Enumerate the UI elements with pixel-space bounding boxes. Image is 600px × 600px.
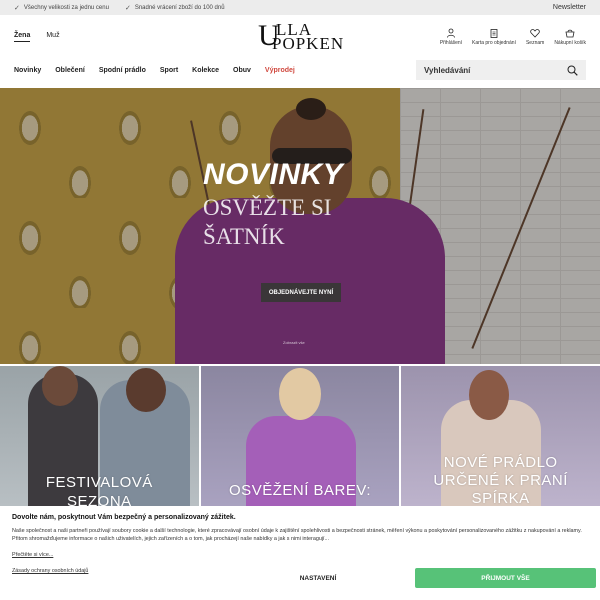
card-label: URČENÉ K PRANÍ [433,472,568,489]
wishlist-button[interactable]: Seznam [526,28,544,46]
gender-tabs: Žena Muž [14,32,60,42]
card-label: SPÍRKA [471,490,530,506]
usp-bar: ✓ Všechny velikosti za jednu cenu ✓ Snad… [0,0,600,15]
cookie-title: Dovolte nám, poskytnout Vám bezpečný a p… [12,514,236,521]
nav-item-novinky[interactable]: Novinky [14,67,41,74]
card-label: FESTIVALOVÁ [45,474,153,491]
cart-label: Nákupní košík [554,40,586,46]
cart-button[interactable]: Nákupní košík [554,28,586,46]
tab-men[interactable]: Muž [46,32,59,42]
hero-subtitle-1: OSVĚŽTE SI [203,195,332,220]
card-model-head [278,368,321,420]
nav-item-spodni-pradlo[interactable]: Spodní prádlo [99,67,146,74]
clipboard-icon [490,29,498,38]
category-card-colors[interactable]: OSVĚŽENÍ BAREV: [200,366,400,506]
checkmark-icon: ✓ [14,4,20,12]
nav-item-sport[interactable]: Sport [160,67,178,74]
header-actions: Přihlášení Karta pro objednání Seznam Ná… [440,28,586,46]
newsletter-link[interactable]: Newsletter [553,4,586,11]
category-card-lingerie[interactable]: NOVÉ PRÁDLO URČENÉ K PRANÍ SPÍRKA [401,366,600,506]
wishlist-label: Seznam [525,40,545,46]
brand-logo[interactable]: U LLA POPKEN [258,21,344,55]
card-model-head [126,368,166,412]
login-button[interactable]: Přihlášení [440,28,462,46]
hero-title: NOVINKY [203,158,344,191]
basket-icon [565,29,575,38]
order-now-button[interactable]: OBJEDNÁVEJTE NYNÍ [261,283,341,302]
user-icon [447,28,455,38]
nav-item-kolekce[interactable]: Kolekce [192,67,219,74]
checkmark-icon: ✓ [124,4,131,12]
card-label: OSVĚŽENÍ BAREV: [229,482,371,499]
site-header: Žena Muž U LLA POPKEN Přihlášení Karta p… [0,15,600,59]
order-card-button[interactable]: Karta pro objednání [472,28,516,46]
card-model-head [42,366,78,406]
cookie-consent-banner: Dovolte nám, poskytnout Vám bezpečný a p… [0,506,600,600]
nav-item-vyprodej[interactable]: Výprodej [265,67,295,74]
category-cards: FESTIVALOVÁ SEZONA OSVĚŽENÍ BAREV: NOVÉ … [0,366,600,506]
cookie-settings-button[interactable]: NASTAVENÍ [234,568,402,588]
accept-all-button[interactable]: PŘIJMOUT VŠE [415,568,596,588]
card-label: SEZONA [66,493,132,506]
search-input[interactable]: Vyhledávání [416,60,586,80]
hero-footnote: Zobrazit vše [283,340,305,345]
hero-subtitle-2: ŠATNÍK [203,224,285,249]
login-label: Přihlášení [439,40,463,46]
hero-text-layer: NOVINKY OSVĚŽTE SI ŠATNÍK OBJEDNÁVEJTE N… [0,88,600,364]
order-card-label: Karta pro objednání [472,40,516,46]
search-icon[interactable] [567,65,578,76]
category-card-festival[interactable]: FESTIVALOVÁ SEZONA [0,366,199,506]
usp-item: ✓ Snadné vrácení zboží do 100 dnů [125,4,225,12]
usp-text: Všechny velikosti za jednu cenu [23,4,109,11]
privacy-policy-link[interactable]: Zásady ochrany osobních údajů [12,568,88,574]
nav-item-obuv[interactable]: Obuv [233,67,251,74]
search-placeholder: Vyhledávání [424,65,471,75]
heart-icon [530,29,540,38]
usp-item: ✓ Všechny velikosti za jednu cenu [14,4,109,12]
read-more-link[interactable]: Přečtěte si více... [12,552,53,558]
usp-text: Snadné vrácení zboží do 100 dnů [134,4,225,11]
tab-women[interactable]: Žena [14,32,31,42]
cookie-text: Naše společnost a naši partneři používaj… [12,528,582,543]
logo-line-2: POPKEN [272,34,345,53]
card-label: NOVÉ PRÁDLO [443,454,558,471]
main-nav: Novinky Oblečení Spodní prádlo Sport Kol… [0,59,600,81]
nav-item-obleceni[interactable]: Oblečení [55,67,85,74]
